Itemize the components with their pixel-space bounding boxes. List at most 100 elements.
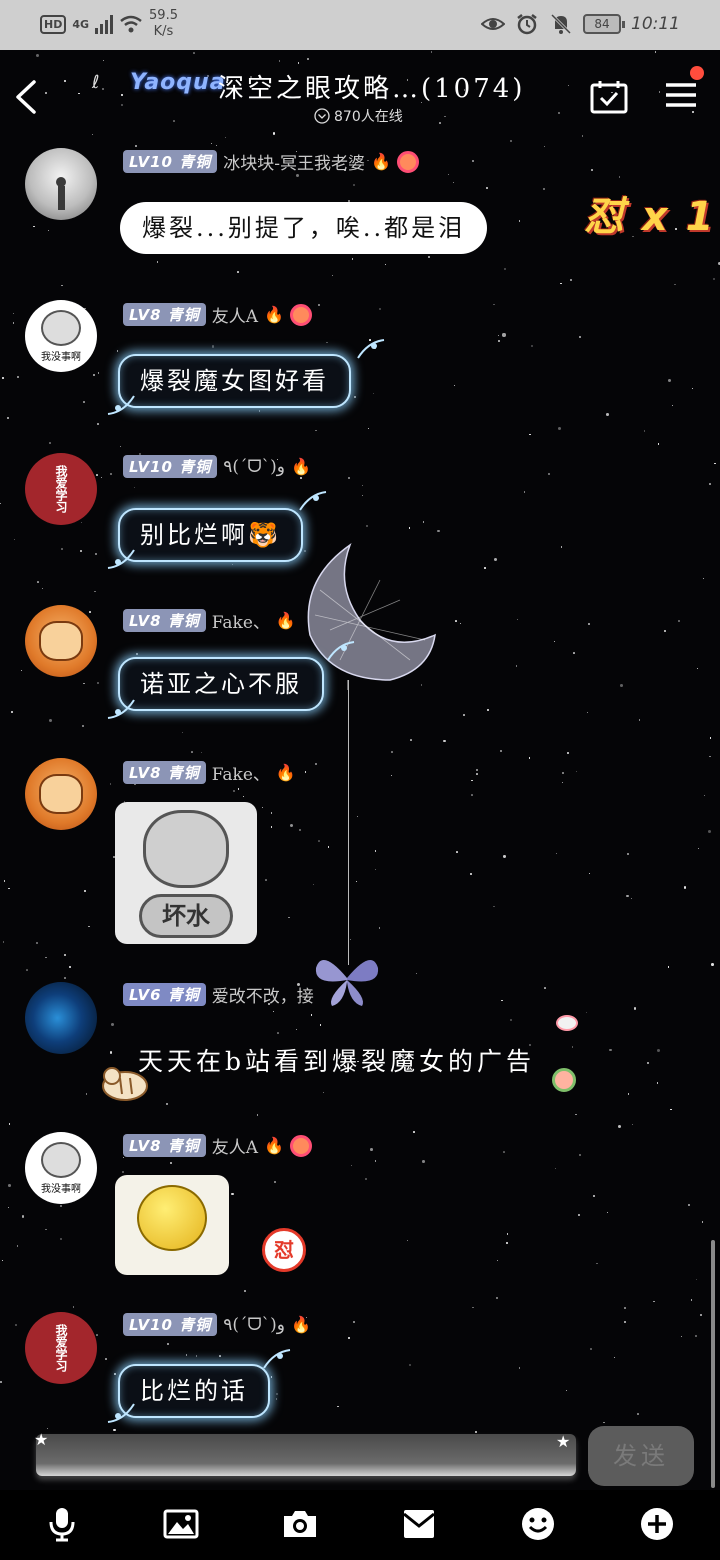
avatar[interactable]: 我爱学习 xyxy=(25,1312,97,1384)
star-speck xyxy=(476,773,478,776)
flower-decoration xyxy=(552,1068,576,1092)
online-count[interactable]: 870人在线 xyxy=(314,106,403,126)
star-speck xyxy=(233,790,235,792)
avatar[interactable]: 我没事啊 xyxy=(25,1132,97,1204)
star-speck xyxy=(443,740,446,743)
star-speck xyxy=(586,1012,588,1014)
star-speck xyxy=(493,558,498,562)
message-meta: LV6 青铜 爱改不改，接 xyxy=(123,982,314,1007)
star-speck xyxy=(8,887,10,890)
vine-decoration xyxy=(107,395,135,415)
wifi-icon xyxy=(120,15,142,33)
star-speck xyxy=(500,750,503,753)
microphone-icon[interactable] xyxy=(44,1506,80,1542)
level-badge: LV8 青铜 xyxy=(123,1134,206,1157)
avatar[interactable]: 我爱学习 xyxy=(25,453,97,525)
star-speck xyxy=(437,529,440,532)
calendar-check-icon[interactable] xyxy=(590,80,628,114)
star-speck xyxy=(709,737,712,739)
avatar[interactable] xyxy=(25,148,97,220)
star-speck xyxy=(94,553,97,556)
star-speck xyxy=(565,1390,568,1392)
star-speck xyxy=(219,1355,222,1358)
reaction-badge[interactable]: 怼 xyxy=(262,1228,306,1272)
bottom-toolbar xyxy=(0,1490,720,1560)
emoji-icon[interactable] xyxy=(520,1506,556,1542)
message-text[interactable]: 天天在b站看到爆裂魔女的广告 xyxy=(138,1042,535,1078)
message-bubble[interactable]: 爆裂...别提了，唉..都是泪 xyxy=(120,202,488,254)
star-speck xyxy=(45,1229,47,1231)
star-speck xyxy=(347,477,351,480)
send-button[interactable]: 发送 xyxy=(588,1426,694,1486)
scrollbar[interactable] xyxy=(711,1240,715,1488)
star-speck xyxy=(3,880,5,882)
avatar[interactable] xyxy=(25,982,97,1054)
sticker-image[interactable] xyxy=(115,1175,229,1275)
star-speck xyxy=(423,521,425,523)
star-speck xyxy=(709,755,711,757)
star-speck xyxy=(350,1164,353,1167)
camera-icon[interactable] xyxy=(282,1506,318,1542)
image-icon[interactable] xyxy=(163,1506,199,1542)
nickname[interactable]: 冰块块-冥王我老婆 xyxy=(223,149,365,174)
star-speck xyxy=(668,379,672,383)
star-speck xyxy=(415,972,417,974)
nickname[interactable]: 友人A xyxy=(212,302,258,327)
avatar[interactable]: 我没事啊 xyxy=(25,300,97,372)
star-speck xyxy=(560,282,562,285)
star-speck xyxy=(256,1114,259,1116)
star-speck xyxy=(232,564,234,566)
star-speck xyxy=(503,855,506,858)
star-speck xyxy=(571,1045,574,1048)
clock: 10:11 xyxy=(631,14,680,34)
star-speck xyxy=(182,731,184,733)
avatar[interactable] xyxy=(25,605,97,677)
message-bubble[interactable]: 诺亚之心不服 xyxy=(118,657,324,711)
star-speck xyxy=(459,622,462,625)
star-speck xyxy=(555,1167,557,1169)
star-speck xyxy=(555,853,557,855)
star-speck xyxy=(657,1049,661,1053)
avatar[interactable] xyxy=(25,758,97,830)
sticker-image[interactable]: 坏水 xyxy=(115,802,257,944)
star-speck xyxy=(80,549,83,552)
message-input[interactable] xyxy=(36,1434,576,1476)
star-speck xyxy=(110,1023,114,1027)
star-speck xyxy=(238,788,240,790)
message-bubble[interactable]: 爆裂魔女图好看 xyxy=(118,354,351,408)
nickname[interactable]: ٩(ˊᗜˋ)و xyxy=(223,1315,285,1335)
envelope-icon[interactable] xyxy=(401,1506,437,1542)
star-speck xyxy=(156,260,159,263)
star-speck xyxy=(33,226,35,228)
star-speck xyxy=(310,1014,312,1016)
star-speck xyxy=(323,1092,325,1094)
star-speck xyxy=(557,426,562,431)
star-speck xyxy=(569,278,573,282)
message-bubble[interactable]: 比烂的话 xyxy=(118,1364,270,1418)
star-speck xyxy=(609,1049,612,1052)
star-speck xyxy=(271,812,273,814)
message-bubble[interactable]: 别比烂啊🐯 xyxy=(118,508,303,562)
star-speck xyxy=(632,1123,634,1126)
group-title[interactable]: 深空之眼攻略…(1074) xyxy=(218,68,525,105)
star-speck xyxy=(110,1051,113,1054)
ear-icon[interactable]: ℓ xyxy=(92,72,99,93)
star-speck xyxy=(698,847,700,850)
back-arrow-icon[interactable] xyxy=(10,76,42,118)
star-speck xyxy=(15,1324,18,1327)
nickname[interactable]: Fake、 xyxy=(212,608,270,633)
nickname[interactable]: 爱改不改，接 xyxy=(212,982,314,1007)
star-speck xyxy=(16,375,19,378)
plus-icon[interactable] xyxy=(639,1506,675,1542)
star-speck xyxy=(627,1093,630,1095)
star-speck xyxy=(575,1113,577,1116)
star-speck xyxy=(367,427,370,429)
menu-icon[interactable] xyxy=(664,78,698,112)
star-speck xyxy=(94,590,96,593)
star-speck xyxy=(578,1214,580,1216)
nickname[interactable]: 友人A xyxy=(212,1133,258,1158)
star-speck xyxy=(554,640,556,642)
nickname[interactable]: ٩(ˊᗜˋ)و xyxy=(223,457,285,477)
nickname[interactable]: Fake、 xyxy=(212,760,270,785)
star-speck xyxy=(351,258,353,260)
